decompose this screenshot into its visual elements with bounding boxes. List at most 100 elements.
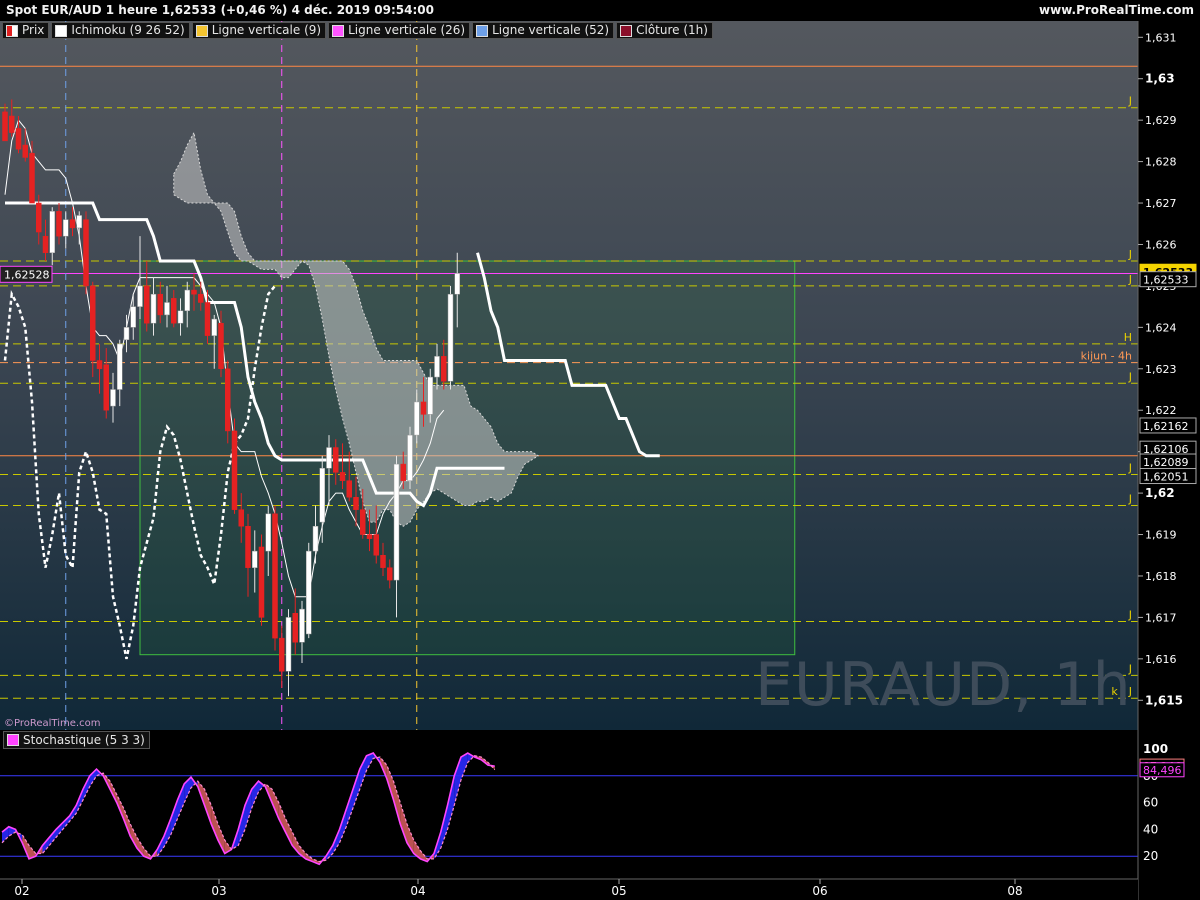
level-label: J bbox=[1128, 95, 1132, 108]
y-tick-label: 1,619 bbox=[1145, 529, 1177, 542]
price-tag-label: 1,62533 bbox=[1143, 274, 1189, 287]
stoch-y-tick-label: 40 bbox=[1143, 822, 1158, 836]
level-label: H bbox=[1124, 331, 1132, 344]
candle-body bbox=[299, 608, 305, 643]
candle-body bbox=[164, 302, 170, 316]
x-tick-label: 05 bbox=[611, 884, 626, 898]
copyright-text: ©ProRealTime.com bbox=[4, 718, 101, 729]
legend-swatch bbox=[620, 24, 633, 37]
candle-body bbox=[279, 637, 285, 672]
candle-body bbox=[326, 447, 332, 469]
level-label: J bbox=[1128, 248, 1132, 261]
x-tick-label: 02 bbox=[14, 884, 29, 898]
candle-body bbox=[447, 293, 454, 382]
level-label: J bbox=[1128, 370, 1132, 383]
candle-body bbox=[123, 327, 130, 341]
candle-body bbox=[150, 293, 157, 324]
x-tick-label: 06 bbox=[812, 884, 827, 898]
stochastic-legend: Stochastique (5 3 3) bbox=[3, 731, 150, 749]
candle-body bbox=[137, 285, 143, 307]
y-tick-label: 1,62 bbox=[1145, 486, 1175, 500]
candle-body bbox=[238, 509, 244, 527]
candle-body bbox=[434, 356, 440, 378]
legend-item[interactable]: Ligne verticale (9) bbox=[191, 22, 327, 39]
candle-body bbox=[211, 318, 217, 336]
legend-item[interactable]: Ligne verticale (26) bbox=[328, 22, 471, 39]
candle-body bbox=[441, 356, 447, 382]
candle-body bbox=[454, 273, 460, 295]
legend-item[interactable]: Ichimoku (9 26 52) bbox=[51, 22, 190, 39]
candle-body bbox=[252, 550, 258, 568]
candle-body bbox=[312, 525, 319, 552]
legend-label: Ichimoku (9 26 52) bbox=[71, 23, 185, 37]
y-tick-label: 1,616 bbox=[1145, 653, 1177, 666]
price-tag-label: 1,62089 bbox=[1143, 456, 1189, 469]
candle-body bbox=[130, 306, 136, 328]
stoch-y-tick-label: 100 bbox=[1143, 742, 1168, 756]
x-tick-label: 04 bbox=[410, 884, 425, 898]
y-tick-label: 1,628 bbox=[1145, 156, 1177, 169]
candle-body bbox=[380, 555, 386, 568]
candle-body bbox=[366, 534, 373, 539]
legend-label: Ligne verticale (52) bbox=[492, 23, 610, 37]
symbol-watermark: EURAUD, 1h bbox=[755, 650, 1132, 720]
time-axis bbox=[0, 879, 1138, 900]
candle-body bbox=[407, 434, 413, 481]
price-tag-label: 1,62051 bbox=[1143, 471, 1189, 484]
stochastic-legend-label: Stochastique (5 3 3) bbox=[23, 732, 145, 747]
level-label: J bbox=[1128, 493, 1132, 506]
y-tick-label: 1,617 bbox=[1145, 611, 1177, 624]
candle-body bbox=[9, 115, 15, 133]
y-tick-label: 1,622 bbox=[1145, 404, 1177, 417]
indicator-legend: Prix Ichimoku (9 26 52) Ligne verticale (9… bbox=[2, 22, 713, 39]
candle-body bbox=[245, 525, 251, 568]
candle-body bbox=[339, 472, 346, 481]
legend-label: Prix bbox=[22, 23, 45, 37]
y-tick-label: 1,615 bbox=[1145, 693, 1183, 707]
chart-header: Spot EUR/AUD 1 heure 1,62533 (+0,46 %) 4… bbox=[0, 0, 1200, 21]
candle-body bbox=[225, 368, 231, 432]
stochastic-color-swatch bbox=[7, 734, 19, 746]
stoch-y-tick-label: 20 bbox=[1143, 849, 1158, 863]
level-label: J bbox=[1128, 609, 1132, 622]
candle-body bbox=[171, 298, 177, 324]
y-tick-label: 1,629 bbox=[1145, 114, 1177, 127]
stoch-y-tick-label: 60 bbox=[1143, 796, 1158, 810]
y-tick-label: 1,631 bbox=[1145, 31, 1177, 44]
price-tag-label: 1,62162 bbox=[1143, 420, 1189, 433]
stoch-value-label: 84,496 bbox=[1143, 764, 1182, 777]
candle-body bbox=[96, 360, 103, 370]
legend-swatch bbox=[55, 24, 68, 37]
legend-item[interactable]: Clôture (1h) bbox=[616, 22, 713, 39]
candle-body bbox=[258, 546, 265, 618]
candle-body bbox=[63, 219, 69, 237]
candle-body bbox=[272, 513, 278, 639]
legend-item[interactable]: Ligne verticale (52) bbox=[472, 22, 615, 39]
y-tick-label: 1,626 bbox=[1145, 238, 1177, 251]
candle-body bbox=[110, 389, 116, 407]
candle-body bbox=[373, 534, 379, 556]
candle-body bbox=[36, 202, 42, 233]
candle-body bbox=[191, 289, 197, 295]
candle-body bbox=[69, 219, 76, 229]
candle-body bbox=[414, 401, 420, 436]
legend-swatch bbox=[6, 24, 18, 37]
x-tick-label: 03 bbox=[211, 884, 226, 898]
price-chart[interactable]: JJJHkijun - 4hJJJJJk - J1,62528 1,6311,6… bbox=[0, 21, 1200, 900]
level-label: J bbox=[1128, 461, 1132, 474]
y-tick-label: 1,623 bbox=[1145, 363, 1177, 376]
candle-body bbox=[360, 509, 366, 535]
candle-body bbox=[42, 235, 49, 254]
site-link[interactable]: www.ProRealTime.com bbox=[1039, 0, 1194, 21]
candle-body bbox=[22, 144, 28, 158]
legend-item[interactable]: Prix bbox=[2, 22, 50, 39]
candle-body bbox=[306, 550, 312, 635]
candle-body bbox=[285, 617, 292, 672]
candle-body bbox=[157, 293, 163, 316]
candle-body bbox=[427, 376, 433, 415]
y-tick-label: 1,624 bbox=[1145, 321, 1177, 334]
candle-body bbox=[144, 285, 150, 324]
legend-label: Ligne verticale (9) bbox=[211, 23, 322, 37]
x-tick-label: 08 bbox=[1007, 884, 1022, 898]
candle-body bbox=[218, 322, 224, 370]
